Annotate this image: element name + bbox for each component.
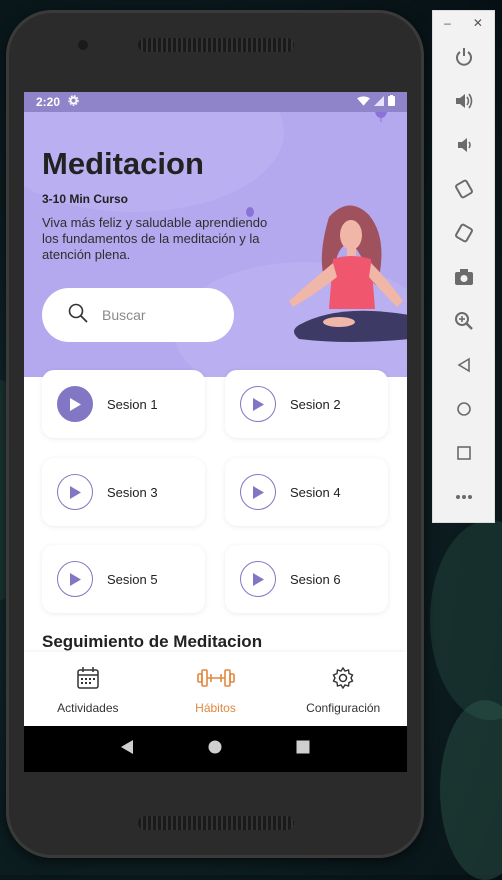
nav-label: Actividades xyxy=(57,701,119,715)
zoom-button[interactable] xyxy=(433,299,494,343)
nav-item-actividades[interactable]: Actividades xyxy=(24,652,152,726)
play-icon[interactable] xyxy=(240,386,276,422)
session-card-4[interactable]: Sesion 4 xyxy=(225,458,388,526)
signal-icon xyxy=(374,95,384,109)
volume-up-icon xyxy=(455,93,472,109)
meditation-illustration xyxy=(289,205,407,342)
balloon-icon xyxy=(375,112,387,122)
back-button[interactable] xyxy=(433,343,494,387)
page-title: Meditacion xyxy=(42,146,204,181)
overview-icon xyxy=(456,446,471,460)
more-icon xyxy=(455,495,472,499)
close-icon[interactable]: ✕ xyxy=(473,16,483,30)
volume-up-button[interactable] xyxy=(433,79,494,123)
course-duration: 3-10 Min Curso xyxy=(42,192,129,206)
session-label: Sesion 4 xyxy=(290,484,341,500)
rotate-right-button[interactable] xyxy=(433,211,494,255)
minimize-icon[interactable]: – xyxy=(444,16,451,30)
settings-status-icon xyxy=(68,95,79,109)
nav-label: Configuración xyxy=(306,701,381,715)
volume-down-button[interactable] xyxy=(433,123,494,167)
session-card-6[interactable]: Sesion 6 xyxy=(225,545,388,613)
play-icon[interactable] xyxy=(240,561,276,597)
rotate-right-icon xyxy=(454,223,473,243)
session-label: Sesion 3 xyxy=(107,484,158,500)
more-button[interactable] xyxy=(433,475,494,519)
home-icon xyxy=(456,402,471,416)
nav-item-configuracion[interactable]: Configuración xyxy=(279,652,407,726)
wifi-icon xyxy=(357,95,370,109)
section-title: Seguimiento de Meditacion xyxy=(42,632,263,651)
screenshot-button[interactable] xyxy=(433,255,494,299)
back-icon xyxy=(456,357,470,373)
top-speaker xyxy=(138,38,294,52)
play-icon[interactable] xyxy=(57,474,93,510)
session-card-1[interactable]: Sesion 1 xyxy=(42,370,205,438)
rotate-left-button[interactable] xyxy=(433,167,494,211)
calendar-icon xyxy=(76,666,100,695)
session-label: Sesion 5 xyxy=(107,571,158,587)
session-card-3[interactable]: Sesion 3 xyxy=(42,458,205,526)
front-camera xyxy=(78,40,88,50)
home-icon[interactable] xyxy=(208,740,222,759)
session-label: Sesion 1 xyxy=(107,396,158,412)
power-button[interactable] xyxy=(433,35,494,79)
nav-item-habitos[interactable]: Hábitos xyxy=(152,652,280,726)
search-icon xyxy=(68,303,88,328)
hero-banner: Meditacion 3-10 Min Curso Viva más feliz… xyxy=(24,112,407,377)
app-screen: 2:20 Meditacion 3-10 Min Curso Viva más … xyxy=(24,92,407,772)
zoom-icon xyxy=(454,312,473,330)
session-label: Sesion 6 xyxy=(290,571,341,587)
bottom-navigation: Actividades Hábitos Configuración xyxy=(24,652,407,726)
session-card-5[interactable]: Sesion 5 xyxy=(42,545,205,613)
emulator-control-panel: – ✕ xyxy=(432,10,495,523)
back-icon[interactable] xyxy=(120,739,135,759)
play-icon[interactable] xyxy=(240,474,276,510)
system-navigation-bar xyxy=(24,726,407,772)
session-label: Sesion 2 xyxy=(290,396,341,412)
gear-icon xyxy=(331,666,355,695)
play-icon[interactable] xyxy=(57,386,93,422)
dumbbell-icon xyxy=(196,666,235,695)
course-description: Viva más feliz y saludable aprendiendo l… xyxy=(42,215,268,262)
bottom-speaker xyxy=(138,816,294,830)
home-button[interactable] xyxy=(433,387,494,431)
status-bar: 2:20 xyxy=(24,92,407,112)
overview-icon[interactable] xyxy=(296,740,310,759)
session-card-2[interactable]: Sesion 2 xyxy=(225,370,388,438)
overview-button[interactable] xyxy=(433,431,494,475)
status-time: 2:20 xyxy=(36,95,61,109)
volume-down-icon xyxy=(457,138,471,152)
power-icon xyxy=(455,48,472,66)
play-icon[interactable] xyxy=(57,561,93,597)
search-bar[interactable]: Buscar xyxy=(42,288,234,342)
nav-label: Hábitos xyxy=(195,701,236,715)
rotate-left-icon xyxy=(454,179,473,199)
search-placeholder: Buscar xyxy=(102,307,146,323)
camera-icon xyxy=(454,269,473,285)
battery-icon xyxy=(388,95,395,109)
